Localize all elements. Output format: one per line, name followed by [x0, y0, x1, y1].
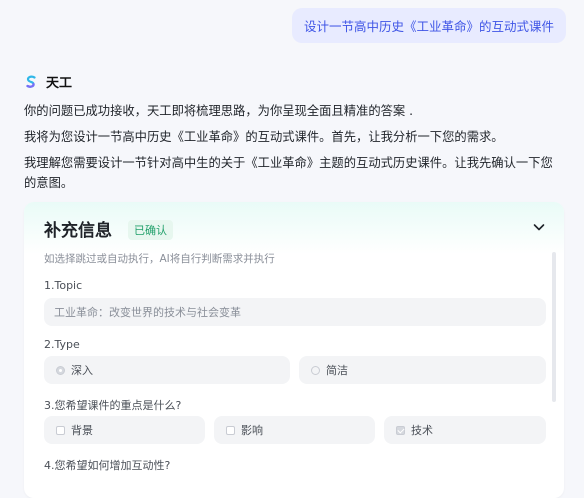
- option-label: 影响: [241, 424, 263, 437]
- type-option-concise[interactable]: 简洁: [299, 356, 546, 384]
- focus-option-impact[interactable]: 影响: [214, 416, 375, 444]
- panel-scrollbar[interactable]: [552, 252, 556, 402]
- assistant-message: 我理解您需要设计一节针对高中生的关于《工业革命》主题的互动式历史课件。让我先确认…: [24, 156, 553, 191]
- focus-label: 3.您希望课件的重点是什么?: [44, 399, 182, 412]
- radio-unchecked-icon: [311, 365, 320, 375]
- checkbox-unchecked-icon: [226, 425, 235, 435]
- topic-value: 工业革命：改变世界的技术与社会变革: [54, 306, 241, 319]
- focus-option-background[interactable]: 背景: [44, 416, 205, 444]
- focus-option-technology[interactable]: 技术: [384, 416, 546, 444]
- topic-input[interactable]: 工业革命：改变世界的技术与社会变革: [44, 298, 546, 326]
- assistant-name: 天工: [46, 76, 73, 91]
- option-label: 深入: [71, 364, 93, 377]
- panel-title: 补充信息: [44, 221, 112, 241]
- option-label: 技术: [411, 424, 433, 437]
- supplementary-info-panel: 补充信息 已确认 如选择跳过或自动执行，AI将自行判断需求并执行 1.Topic…: [24, 202, 564, 498]
- status-badge: 已确认: [128, 220, 173, 240]
- type-label: 2.Type: [44, 338, 80, 351]
- user-message-bubble: 设计一节高中历史《工业革命》的互动式课件: [291, 8, 566, 43]
- chevron-down-icon[interactable]: [532, 220, 546, 234]
- tiangong-logo-icon: [26, 75, 36, 88]
- assistant-message: 你的问题已成功接收，天工即将梳理思路，为你呈现全面且精准的答案 .: [24, 104, 414, 118]
- panel-hint: 如选择跳过或自动执行，AI将自行判断需求并执行: [44, 253, 275, 265]
- option-label: 背景: [71, 424, 93, 437]
- radio-checked-icon: [56, 365, 65, 375]
- assistant-message: 我将为您设计一节高中历史《工业革命》的互动式课件。首先，让我分析一下您的需求。: [24, 130, 504, 144]
- topic-label: 1.Topic: [44, 279, 83, 292]
- assistant-header: 天工: [24, 72, 72, 91]
- checkbox-unchecked-icon: [56, 425, 65, 435]
- type-option-deep[interactable]: 深入: [44, 356, 290, 384]
- interaction-label: 4.您希望如何增加互动性?: [44, 459, 171, 472]
- option-label: 简洁: [326, 364, 348, 377]
- checkbox-checked-icon: [396, 425, 405, 435]
